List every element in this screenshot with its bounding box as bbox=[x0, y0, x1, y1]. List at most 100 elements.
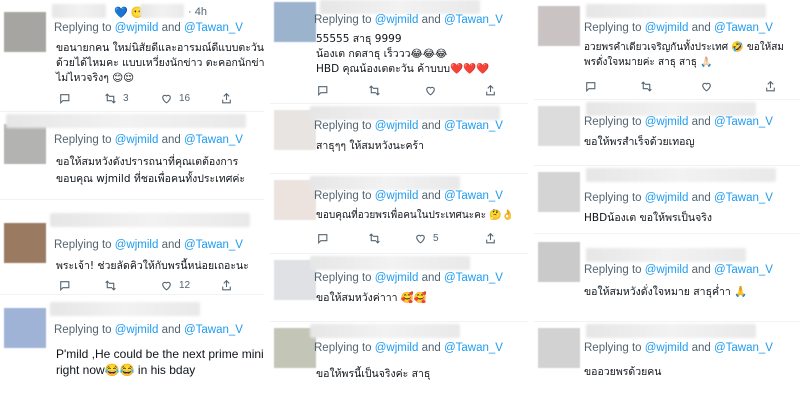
mention-link[interactable]: @Tawan_V bbox=[714, 342, 773, 354]
mention-link[interactable]: @Tawan_V bbox=[714, 192, 773, 204]
replying-to-line: Replying to @wjmild and @Tawan_V bbox=[314, 120, 503, 132]
tweet-text-line: สาธุๆๆ ให้สมหวังนะคร้า bbox=[316, 140, 425, 152]
mention-link[interactable]: @wjmild bbox=[115, 324, 159, 336]
retweet-icon bbox=[105, 280, 116, 291]
reply-button[interactable] bbox=[58, 279, 71, 292]
reply-tweet[interactable]: Replying to @wjmild and @Tawan_V ขอให้สม… bbox=[534, 234, 800, 322]
tweet-actions: 12 bbox=[58, 279, 254, 293]
replying-to-line: Replying to @wjmild and @Tawan_V bbox=[584, 116, 773, 128]
mention-link[interactable]: @Tawan_V bbox=[184, 134, 243, 146]
reply-tweet[interactable]: Replying to @wjmild and @Tawan_V P'mild … bbox=[0, 298, 264, 402]
replying-to-line: Replying to @wjmild and @Tawan_V bbox=[314, 342, 503, 354]
mention-link[interactable]: @wjmild bbox=[115, 239, 159, 251]
reply-tweet[interactable]: Replying to @wjmild and @Tawan_V พระเจ้า… bbox=[0, 203, 264, 295]
screenshot-panel-left: 💙 😶 · 4h Replying to @wjmild and @Tawan_… bbox=[0, 0, 264, 402]
mention-link[interactable]: @wjmild bbox=[375, 272, 419, 284]
avatar[interactable] bbox=[4, 12, 46, 52]
avatar[interactable] bbox=[538, 6, 580, 46]
share-button[interactable] bbox=[484, 232, 497, 245]
mention-link[interactable]: @Tawan_V bbox=[444, 190, 503, 202]
reply-tweet[interactable]: Replying to @wjmild and @Tawan_V ขอให้สม… bbox=[270, 254, 528, 322]
like-button[interactable]: 12 bbox=[160, 279, 190, 292]
mention-link[interactable]: @wjmild bbox=[645, 116, 689, 128]
reply-tweet[interactable]: Replying to @wjmild and @Tawan_V HBDน้อง… bbox=[534, 166, 800, 234]
blurred-username bbox=[310, 106, 500, 120]
avatar[interactable] bbox=[4, 124, 46, 164]
mention-link[interactable]: @wjmild bbox=[115, 22, 159, 34]
share-button[interactable] bbox=[220, 92, 233, 105]
reply-tweet[interactable]: 💙 😶 · 4h Replying to @wjmild and @Tawan_… bbox=[0, 0, 264, 112]
reply-tweet[interactable]: Replying to @wjmild and @Tawan_V อวยพรคำ… bbox=[534, 0, 800, 100]
mention-link[interactable]: @Tawan_V bbox=[444, 272, 503, 284]
reply-tweet[interactable]: Replying to @wjmild and @Tawan_V ขออวยพร… bbox=[534, 322, 800, 402]
retweet-button[interactable] bbox=[640, 80, 653, 93]
retweet-count: 3 bbox=[123, 93, 129, 104]
mention-link[interactable]: @Tawan_V bbox=[444, 120, 503, 132]
mention-link[interactable]: @wjmild bbox=[645, 192, 689, 204]
mention-link[interactable]: @wjmild bbox=[375, 14, 419, 26]
share-button[interactable] bbox=[764, 80, 777, 93]
retweet-button[interactable] bbox=[368, 232, 381, 245]
avatar[interactable] bbox=[538, 328, 580, 368]
reply-tweet[interactable]: Replying to @wjmild and @Tawan_V 55555 ส… bbox=[270, 0, 528, 104]
blurred-username bbox=[6, 114, 246, 128]
reply-tweet[interactable]: Replying to @wjmild and @Tawan_V ขอให้พร… bbox=[270, 322, 528, 402]
mention-link[interactable]: @Tawan_V bbox=[184, 324, 243, 336]
tweet-text-line: ขอให้สมหวังดังปรารถนาที่คุณเตต้องการ bbox=[56, 156, 239, 168]
like-button[interactable] bbox=[700, 80, 713, 93]
like-button[interactable]: 16 bbox=[160, 92, 190, 105]
like-button[interactable] bbox=[424, 84, 437, 97]
tweet-text-line: ขอบคุณที่อวยพรเพื่อคนในประเทศนะคะ 🤔👌 bbox=[316, 210, 515, 221]
mention-link[interactable]: @Tawan_V bbox=[714, 22, 773, 34]
reply-tweet[interactable]: Replying to @wjmild and @Tawan_V ขอให้พร… bbox=[534, 100, 800, 166]
replying-to-line: Replying to @wjmild and @Tawan_V bbox=[314, 190, 503, 202]
mention-link[interactable]: @wjmild bbox=[645, 264, 689, 276]
retweet-button[interactable]: 3 bbox=[104, 92, 129, 105]
share-icon bbox=[222, 279, 231, 291]
reply-icon bbox=[586, 82, 596, 93]
mention-link[interactable]: @wjmild bbox=[645, 342, 689, 354]
reply-button[interactable] bbox=[58, 92, 71, 105]
mention-link[interactable]: @Tawan_V bbox=[184, 22, 243, 34]
mention-link[interactable]: @Tawan_V bbox=[714, 116, 773, 128]
avatar[interactable] bbox=[538, 242, 580, 282]
reply-tweet[interactable]: Replying to @wjmild and @Tawan_V ขอให้สม… bbox=[0, 112, 264, 200]
replying-to-line: Replying to @wjmild and @Tawan_V bbox=[314, 272, 503, 284]
tweet-text-line: ขอนายกคน ใหม่นิสัยดีและอารมณ์ดีแบบตะวัน bbox=[56, 42, 264, 54]
retweet-button[interactable] bbox=[368, 84, 381, 97]
mention-link[interactable]: @wjmild bbox=[115, 134, 159, 146]
replying-to-line: Replying to @wjmild and @Tawan_V bbox=[54, 239, 243, 251]
like-button[interactable]: 5 bbox=[414, 232, 439, 245]
blurred-username bbox=[586, 102, 756, 116]
avatar[interactable] bbox=[538, 172, 580, 212]
retweet-icon bbox=[105, 93, 116, 104]
reply-tweet[interactable]: Replying to @wjmild and @Tawan_V สาธุๆๆ … bbox=[270, 104, 528, 174]
mention-link[interactable]: @Tawan_V bbox=[714, 264, 773, 276]
mention-link[interactable]: @wjmild bbox=[375, 190, 419, 202]
reply-tweet[interactable]: Replying to @wjmild and @Tawan_V ขอบคุณท… bbox=[270, 174, 528, 254]
mention-link[interactable]: @wjmild bbox=[375, 120, 419, 132]
share-button[interactable] bbox=[484, 84, 497, 97]
tweet-actions: 5 bbox=[316, 232, 518, 246]
tweet-text-line: ขอให้สมหวังดั่งใจหมาย สาธุค่ำา 🙏 bbox=[584, 286, 748, 298]
retweet-button[interactable] bbox=[104, 279, 117, 292]
reply-button[interactable] bbox=[316, 232, 329, 245]
reply-button[interactable] bbox=[316, 84, 329, 97]
mention-link[interactable]: @wjmild bbox=[375, 342, 419, 354]
share-button[interactable] bbox=[220, 279, 233, 292]
retweet-icon bbox=[369, 85, 380, 96]
mention-link[interactable]: @Tawan_V bbox=[184, 239, 243, 251]
reply-button[interactable] bbox=[584, 80, 597, 93]
avatar[interactable] bbox=[538, 106, 580, 146]
mention-link[interactable]: @Tawan_V bbox=[444, 342, 503, 354]
avatar[interactable] bbox=[274, 2, 316, 42]
heart-icon bbox=[426, 86, 435, 96]
blurred-username bbox=[320, 0, 480, 14]
tweet-text-line: P'mild ,He could be the next prime minis… bbox=[56, 347, 264, 361]
tweet-text-line: พระเจ้า! ช่วยลัดคิวให้กับพรนี้หน่อยเถอะน… bbox=[56, 260, 249, 272]
avatar[interactable] bbox=[4, 308, 46, 348]
avatar[interactable] bbox=[4, 223, 46, 263]
tweet-text-line: ด้วยได้ไหมคะ แบบเหวี่ยงนักข่าว ตะคอกนักข… bbox=[56, 57, 264, 69]
mention-link[interactable]: @wjmild bbox=[645, 22, 689, 34]
mention-link[interactable]: @Tawan_V bbox=[444, 14, 503, 26]
